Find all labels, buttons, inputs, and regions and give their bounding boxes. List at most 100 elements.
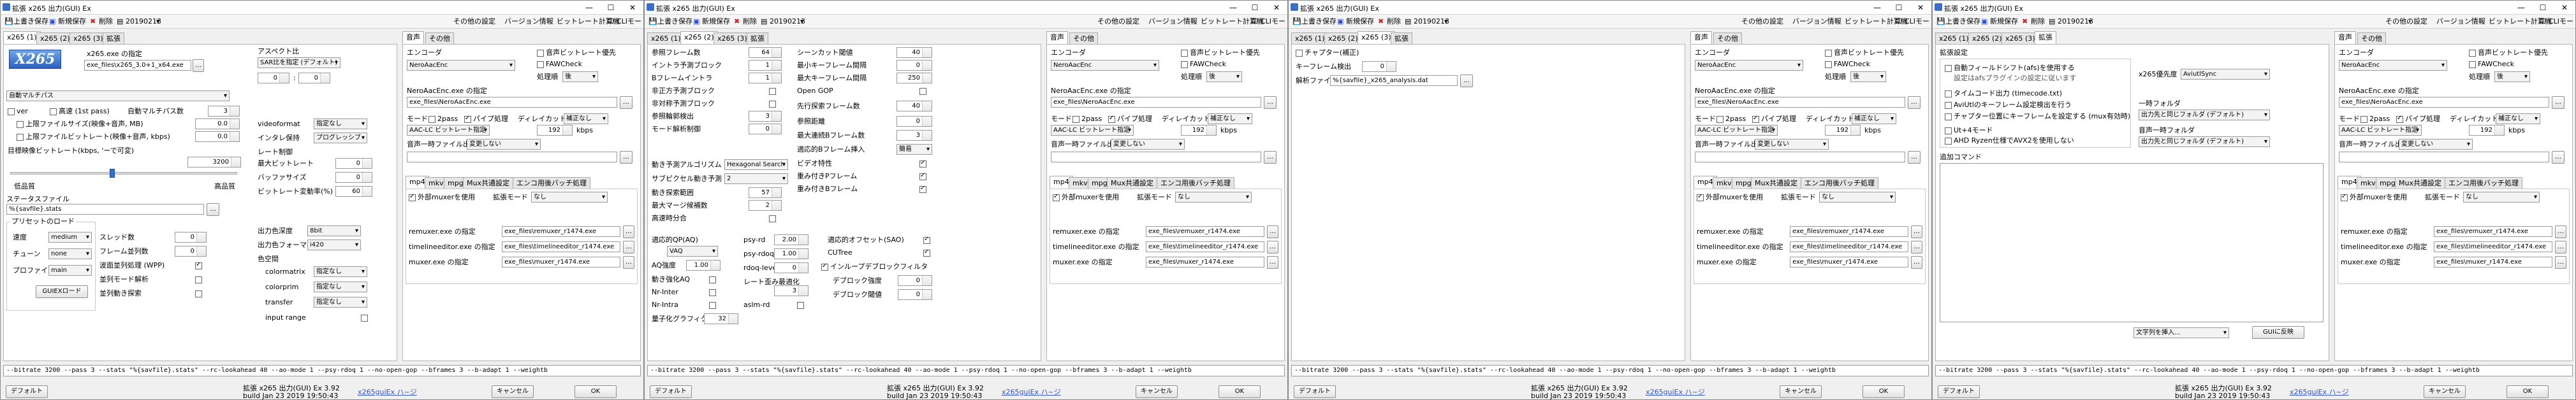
priority-select[interactable]: 後	[562, 71, 598, 82]
timelineeditor-browse-button[interactable]: …	[2555, 241, 2566, 254]
save-button[interactable]: 上書き保存	[1301, 17, 1336, 27]
delay-select[interactable]: 補正なし	[1852, 113, 1896, 124]
timelineeditor-field[interactable]: exe_files\timelineeditor_r1474.exe	[502, 241, 620, 252]
pipe-checkbox[interactable]	[1752, 115, 1759, 123]
interlace-select[interactable]: プログレッシブ	[314, 132, 367, 143]
auto-multipass-input[interactable]: 3	[208, 106, 240, 117]
tab-x265-1[interactable]: x265 (1)	[1935, 32, 1973, 44]
tmpdir-field[interactable]	[1051, 152, 1261, 162]
pme-checkbox[interactable]	[195, 290, 202, 297]
timecode-checkbox[interactable]	[1945, 90, 1952, 97]
timelineeditor-field[interactable]: exe_files\timelineeditor_r1474.exe	[1790, 241, 1908, 252]
tmpdir-browse-button[interactable]: …	[2552, 151, 2565, 164]
delay-select[interactable]: 補正なし	[564, 113, 608, 124]
cancel-button[interactable]: キャンセル	[492, 385, 534, 398]
amp-checkbox[interactable]	[769, 101, 776, 108]
output-csp-select[interactable]: i420	[307, 239, 361, 250]
tab-other[interactable]: その他	[2357, 32, 2386, 44]
rd-input[interactable]: 3	[774, 285, 809, 296]
priority-select[interactable]: 後	[2494, 71, 2530, 82]
two-pass-checkbox[interactable]	[1072, 116, 1079, 123]
copy-chapter-checkbox[interactable]	[1296, 50, 1303, 57]
tab-x265-3[interactable]: x265 (3)	[714, 32, 751, 44]
faw-checkbox[interactable]	[537, 61, 544, 68]
audio-priority-checkbox[interactable]	[2469, 50, 2476, 57]
timelineeditor-browse-button[interactable]: …	[1267, 241, 1278, 254]
cli-mode-checkbox[interactable]: ☐	[1896, 17, 1902, 27]
close-button[interactable]: ✕	[1266, 1, 1287, 15]
tab-x265-2[interactable]: x265 (2)	[1968, 32, 2006, 44]
output-depth-select[interactable]: 8bit	[307, 225, 361, 236]
pipe-checkbox[interactable]	[464, 115, 471, 123]
weightb-checkbox[interactable]	[919, 159, 926, 168]
tune-select[interactable]: none	[48, 248, 92, 259]
tab-x265-3[interactable]: x265 (3)	[2002, 32, 2039, 44]
default-button[interactable]: デフォルト	[650, 385, 692, 398]
hdr-checkbox[interactable]	[8, 108, 15, 115]
new-save-button[interactable]: 新規保存	[1990, 17, 2018, 27]
colormatrix-select[interactable]: 指定なし	[314, 266, 367, 277]
cancel-button[interactable]: キャンセル	[1136, 385, 1178, 398]
psy-rd-input[interactable]: 2.00	[774, 234, 809, 245]
pipe-checkbox[interactable]	[2396, 115, 2403, 123]
tmpdir-select[interactable]: 変更しない	[1755, 139, 1829, 150]
tmpdir-field[interactable]	[1695, 152, 1905, 162]
ext-muxer-checkbox[interactable]	[1053, 193, 1060, 201]
keyframe-input[interactable]: 0	[1362, 61, 1396, 72]
b-intra-input[interactable]: 1	[749, 73, 782, 83]
tab-audio[interactable]: 音声	[1046, 31, 1068, 44]
save-button[interactable]: 上書き保存	[1945, 17, 1980, 27]
version-info-button[interactable]: バージョン情報	[1148, 17, 1197, 27]
tmpdir-select[interactable]: 変更しない	[467, 139, 541, 150]
exe-browse-button[interactable]: …	[1908, 96, 1921, 109]
ext-mode-select[interactable]: なし	[1175, 192, 1252, 203]
me-select[interactable]: Hexagonal Search	[724, 159, 788, 170]
remuxer-field[interactable]: exe_files\remuxer_r1474.exe	[1146, 226, 1264, 237]
default-button[interactable]: デフォルト	[1294, 385, 1336, 398]
encoder-select[interactable]: NeroAacEnc	[1695, 60, 1803, 71]
muxer-browse-button[interactable]: …	[623, 256, 634, 269]
other-settings-button[interactable]: その他の設定	[2385, 17, 2427, 27]
muxer-browse-button[interactable]: …	[1911, 256, 1922, 269]
cutree-checkbox[interactable]	[709, 276, 716, 283]
transfer-select[interactable]: 指定なし	[314, 297, 367, 308]
muxer-field[interactable]: exe_files\muxer_r1474.exe	[1146, 257, 1264, 268]
input-range-checkbox[interactable]	[361, 315, 368, 322]
cli-mode-checkbox[interactable]: ☐	[1252, 17, 1258, 27]
remuxer-browse-button[interactable]: …	[2555, 225, 2566, 238]
upper-limit-bitrate-input[interactable]: 0.0	[195, 131, 240, 142]
faw-checkbox[interactable]	[1825, 61, 1832, 68]
new-save-button[interactable]: 新規保存	[702, 17, 730, 27]
chapter-keyframe-checkbox[interactable]	[1945, 113, 1952, 120]
tab-extension[interactable]: 拡張	[2035, 31, 2056, 44]
remuxer-browse-button[interactable]: …	[623, 225, 634, 238]
exe-field[interactable]: exe_files\NeroAacEnc.exe	[1051, 97, 1261, 108]
tab-other[interactable]: その他	[1069, 32, 1098, 44]
version-info-button[interactable]: バージョン情報	[504, 17, 553, 27]
quality-slider-thumb[interactable]	[110, 169, 115, 178]
insert-string-select[interactable]: 文字列を挿入...	[2133, 327, 2229, 338]
new-save-button[interactable]: 新規保存	[1346, 17, 1374, 27]
tab-extension[interactable]: 拡張	[747, 32, 768, 44]
muxer-browse-button[interactable]: …	[1267, 256, 1278, 269]
tab-chapter[interactable]: エンコ用後バッチ処理	[513, 177, 590, 189]
bitrate-input[interactable]: 192	[537, 125, 573, 136]
pmode-checkbox[interactable]	[195, 276, 202, 283]
audio-priority-checkbox[interactable]	[537, 50, 544, 57]
ext-muxer-checkbox[interactable]	[1697, 193, 1704, 201]
x265-exe-field[interactable]: exe_files\x265_3.0+1_x64.exe	[84, 60, 191, 71]
deblock2-input[interactable]: 0	[898, 289, 932, 300]
cli-mode-checkbox[interactable]: ☐	[608, 17, 614, 27]
close-button[interactable]: ✕	[622, 1, 643, 15]
other-settings-button[interactable]: その他の設定	[1741, 17, 1783, 27]
target-bitrate-input[interactable]: 3200	[187, 157, 241, 168]
muxer-field[interactable]: exe_files\muxer_r1474.exe	[2434, 257, 2552, 268]
exe-browse-button[interactable]: …	[1264, 96, 1277, 109]
x265-priority-select[interactable]: AviutlSync	[2181, 69, 2270, 80]
exe-field[interactable]: exe_files\NeroAacEnc.exe	[1695, 97, 1905, 108]
tab-x265-1[interactable]: x265 (1)	[647, 32, 685, 44]
deblock-checkbox[interactable]	[821, 262, 828, 271]
close-button[interactable]: ✕	[2554, 1, 2575, 15]
tab-mux-common[interactable]: Mux共通設定	[1751, 177, 1801, 189]
ok-button[interactable]: OK	[574, 385, 617, 398]
